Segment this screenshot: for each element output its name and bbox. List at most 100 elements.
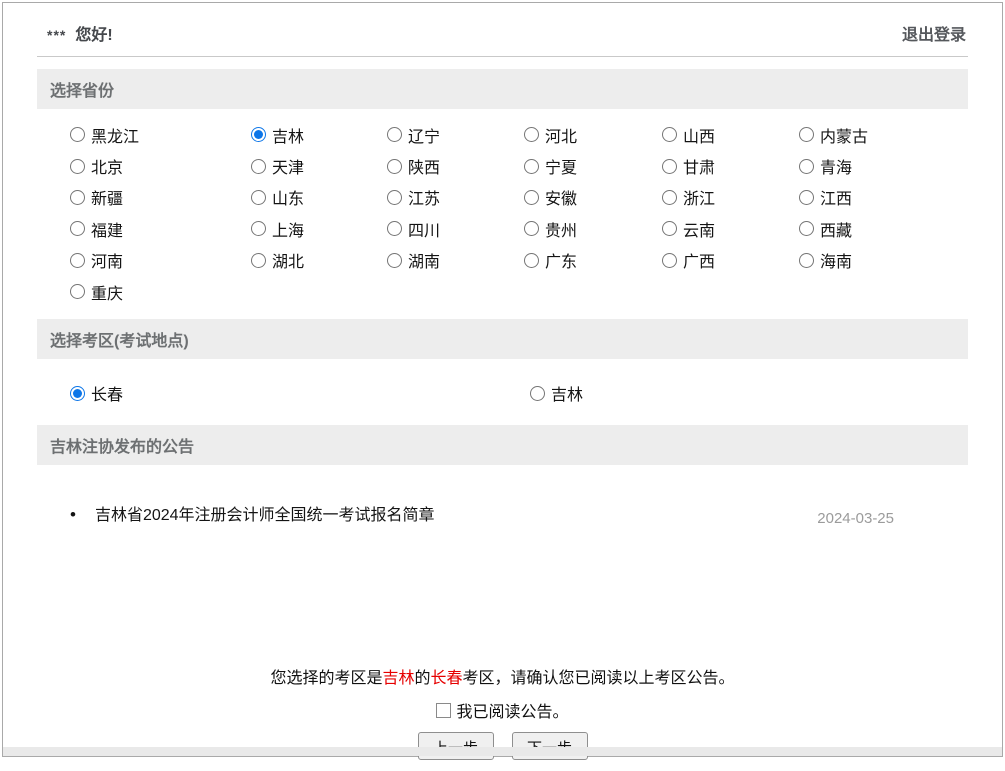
exam-area-label: 吉林 <box>551 381 583 405</box>
radio-icon <box>70 386 85 401</box>
province-radio-option[interactable]: 重庆 <box>70 276 251 307</box>
province-label: 四川 <box>408 217 440 241</box>
province-radio-option[interactable]: 河南 <box>70 245 251 276</box>
province-radio-option[interactable]: 广西 <box>662 245 799 276</box>
province-radio-option[interactable]: 内蒙古 <box>799 119 968 150</box>
province-label: 福建 <box>91 217 123 241</box>
province-radio-option[interactable]: 湖北 <box>251 245 387 276</box>
confirm-text: 您选择的考区是吉林的长春考区，请确认您已阅读以上考区公告。 <box>3 669 1002 689</box>
radio-icon <box>524 190 539 205</box>
province-label: 云南 <box>683 217 715 241</box>
province-label: 河南 <box>91 248 123 272</box>
province-radio-option[interactable]: 山西 <box>662 119 799 150</box>
logout-link[interactable]: 退出登录 <box>902 21 966 45</box>
province-label: 山东 <box>272 185 304 209</box>
province-radio-option[interactable]: 青海 <box>799 150 968 181</box>
radio-icon <box>387 190 402 205</box>
page-bottom-strip <box>3 747 1002 756</box>
province-grid: 黑龙江 吉林 辽宁河北山西内蒙古北京 天津 陕西 宁夏甘肃 青海新疆山东 江苏安徽 浙江 江西福建… <box>70 119 968 307</box>
exam-area-radio-option[interactable]: 长春 <box>70 377 530 408</box>
province-radio-option[interactable]: 辽宁 <box>387 119 524 150</box>
province-label: 安徽 <box>545 185 577 209</box>
province-radio-option[interactable]: 宁夏 <box>524 150 662 181</box>
agree-checkbox[interactable] <box>436 703 451 718</box>
radio-icon <box>524 221 539 236</box>
radio-icon <box>387 127 402 142</box>
province-radio-option[interactable]: 吉林 <box>251 119 387 150</box>
province-radio-option[interactable]: 贵州 <box>524 213 662 244</box>
bullet-icon: • <box>70 505 76 524</box>
radio-icon <box>799 253 814 268</box>
province-label: 海南 <box>820 248 852 272</box>
province-radio-option[interactable]: 山东 <box>251 182 387 213</box>
radio-icon <box>251 253 266 268</box>
announcement-list: •吉林省2024年注册会计师全国统一考试报名简章 2024-03-25 <box>37 501 968 527</box>
province-radio-option[interactable]: 陕西 <box>387 150 524 181</box>
province-label: 北京 <box>91 154 123 178</box>
masked-username: *** <box>47 27 66 43</box>
province-radio-option[interactable]: 上海 <box>251 213 387 244</box>
section-header-announcements: 吉林注协发布的公告 <box>37 425 968 465</box>
province-radio-option[interactable]: 北京 <box>70 150 251 181</box>
province-label: 吉林 <box>272 123 304 147</box>
province-radio-option[interactable]: 浙江 <box>662 182 799 213</box>
province-radio-option[interactable]: 四川 <box>387 213 524 244</box>
radio-icon <box>251 221 266 236</box>
registration-panel: ***您好! 退出登录 选择省份 黑龙江吉林辽宁河北山西内蒙古北京天津陕西宁夏甘… <box>2 2 1003 757</box>
radio-icon <box>387 159 402 174</box>
confirm-text-middle: 的 <box>414 670 430 687</box>
radio-icon <box>70 127 85 142</box>
radio-icon <box>70 284 85 299</box>
radio-icon <box>251 159 266 174</box>
radio-icon <box>662 253 677 268</box>
province-label: 陕西 <box>408 154 440 178</box>
province-label: 浙江 <box>683 185 715 209</box>
province-radio-option[interactable]: 海南 <box>799 245 968 276</box>
province-radio-option[interactable]: 新疆 <box>70 182 251 213</box>
radio-icon <box>662 159 677 174</box>
province-label: 湖北 <box>272 248 304 272</box>
announcement-item: •吉林省2024年注册会计师全国统一考试报名简章 2024-03-25 <box>70 501 894 527</box>
province-radio-option[interactable]: 湖南 <box>387 245 524 276</box>
radio-icon <box>387 221 402 236</box>
province-label: 甘肃 <box>683 154 715 178</box>
agree-checkbox-label: 我已阅读公告。 <box>456 698 568 722</box>
province-radio-option[interactable]: 江苏 <box>387 182 524 213</box>
province-label: 天津 <box>272 154 304 178</box>
radio-icon <box>530 386 545 401</box>
radio-icon <box>662 127 677 142</box>
user-greeting: *** 您好! <box>47 21 113 45</box>
exam-area-label: 长春 <box>91 381 123 405</box>
province-radio-option[interactable]: 黑龙江 <box>70 119 251 150</box>
province-radio-option[interactable]: 广东 <box>524 245 662 276</box>
confirm-text-suffix: 考区，请确认您已阅读以上考区公告。 <box>463 670 735 687</box>
province-label: 青海 <box>820 154 852 178</box>
radio-icon <box>70 190 85 205</box>
radio-icon <box>662 221 677 236</box>
province-radio-option[interactable]: 云南 <box>662 213 799 244</box>
radio-icon <box>70 253 85 268</box>
radio-icon <box>799 159 814 174</box>
province-label: 重庆 <box>91 280 123 304</box>
province-radio-option[interactable]: 河北 <box>524 119 662 150</box>
province-label: 黑龙江 <box>91 123 139 147</box>
announcement-date: 2024-03-25 <box>817 510 894 527</box>
exam-area-radio-option[interactable]: 吉林 <box>530 377 968 408</box>
province-radio-option[interactable]: 福建 <box>70 213 251 244</box>
province-radio-option[interactable]: 天津 <box>251 150 387 181</box>
section-header-exam-area: 选择考区(考试地点) <box>37 319 968 359</box>
greeting-text: 您好! <box>75 27 112 44</box>
announcement-link[interactable]: •吉林省2024年注册会计师全国统一考试报名简章 <box>70 501 435 525</box>
radio-icon <box>799 127 814 142</box>
radio-icon <box>251 190 266 205</box>
province-label: 湖南 <box>408 248 440 272</box>
radio-icon <box>662 190 677 205</box>
confirm-block: 您选择的考区是吉林的长春考区，请确认您已阅读以上考区公告。 我已阅读公告。 上一… <box>3 669 1002 760</box>
province-radio-option[interactable]: 江西 <box>799 182 968 213</box>
agree-label[interactable]: 我已阅读公告。 <box>436 698 568 722</box>
province-radio-option[interactable]: 甘肃 <box>662 150 799 181</box>
radio-icon <box>799 221 814 236</box>
province-radio-option[interactable]: 安徽 <box>524 182 662 213</box>
section-header-province: 选择省份 <box>37 69 968 109</box>
province-radio-option[interactable]: 西藏 <box>799 213 968 244</box>
